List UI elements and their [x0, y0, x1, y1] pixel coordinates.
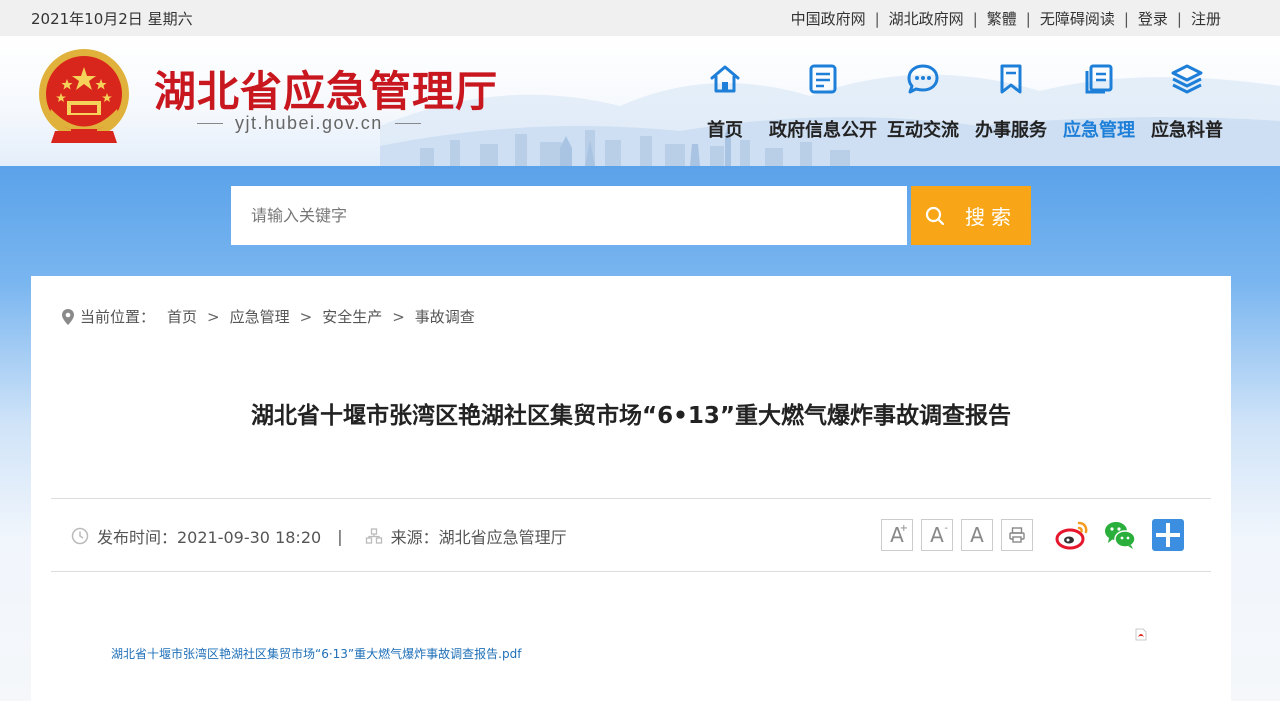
link-login[interactable]: 登录	[1138, 8, 1168, 29]
nav-item-gov-info[interactable]: 政府信息公开	[769, 58, 877, 142]
link-hubei-gov[interactable]: 湖北政府网	[889, 8, 964, 29]
chat-icon	[907, 64, 939, 94]
font-larger-button[interactable]: A +	[881, 519, 913, 551]
nav-item-label: 办事服务	[975, 120, 1047, 141]
divider-bottom	[51, 571, 1211, 572]
more-share-icon[interactable]	[1151, 518, 1185, 552]
print-icon	[1009, 527, 1025, 543]
location-pin-icon	[62, 308, 74, 325]
breadcrumb-separator: >	[299, 307, 313, 326]
pages-icon	[1085, 64, 1113, 94]
nav-item-services[interactable]: 办事服务	[975, 58, 1047, 142]
pdf-attachment-link[interactable]: 湖北省十堰市张湾区艳湖社区集贸市场“6·13”重大燃气爆炸事故调查报告.pdf	[111, 645, 521, 662]
breadcrumb-home[interactable]: 首页	[167, 306, 197, 327]
meta-divider: |	[337, 526, 343, 546]
nav-item-interaction[interactable]: 互动交流	[887, 58, 959, 142]
font-smaller-label: A	[930, 523, 944, 547]
font-default-button[interactable]: A	[961, 519, 993, 551]
nav-item-label: 首页	[707, 120, 743, 141]
article-card: 当前位置： 首页 > 应急管理 > 安全生产 > 事故调查 湖北省十堰市张湾区艳…	[31, 276, 1231, 701]
nav-item-label: 政府信息公开	[769, 120, 877, 141]
divider: |	[1025, 9, 1031, 28]
divider-top	[51, 498, 1211, 499]
wechat-share-icon[interactable]	[1103, 518, 1137, 552]
link-accessibility[interactable]: 无障碍阅读	[1040, 8, 1115, 29]
main-nav: 首页 政府信息公开 互动交流 办事服务 应急管理 应急科普	[0, 58, 1280, 158]
divider: |	[1176, 9, 1182, 28]
nav-item-home[interactable]: 首页	[707, 58, 743, 142]
weibo-share-icon[interactable]	[1055, 518, 1089, 552]
article-source: 来源：湖北省应急管理厅	[390, 528, 567, 547]
font-smaller-button[interactable]: A-	[921, 519, 953, 551]
breadcrumb-separator: >	[392, 307, 405, 326]
article-tools: A + A- A	[881, 518, 1185, 552]
divider: |	[1123, 9, 1129, 28]
publish-time: 发布时间：2021-09-30 18:20	[97, 528, 322, 547]
search-button[interactable]: 搜索	[911, 186, 1031, 245]
breadcrumb-emergency-management[interactable]: 应急管理	[230, 306, 290, 327]
nav-item-label: 互动交流	[887, 120, 959, 141]
link-register[interactable]: 注册	[1191, 8, 1221, 29]
nav-item-science[interactable]: 应急科普	[1151, 58, 1223, 142]
source-icon	[365, 528, 382, 544]
font-default-label: A	[970, 523, 984, 547]
bookmark-icon	[1000, 64, 1022, 94]
divider: |	[972, 9, 978, 28]
print-button[interactable]	[1001, 519, 1033, 551]
pdf-icon	[1135, 628, 1147, 641]
top-links: 中国政府网 | 湖北政府网 | 繁體 | 无障碍阅读 | 登录 | 注册	[791, 8, 1221, 29]
nav-item-label: 应急科普	[1151, 120, 1223, 141]
site-header: 湖北省应急管理厅 yjt.hubei.gov.cn 首页 政府信息公开 互动交流…	[0, 36, 1280, 166]
search-button-label: 搜索	[965, 205, 1017, 229]
article-title: 湖北省十堰市张湾区艳湖社区集贸市场“6•13”重大燃气爆炸事故调查报告	[251, 403, 1011, 429]
divider: |	[874, 9, 880, 28]
home-icon	[710, 65, 740, 93]
nav-item-label: 应急管理	[1063, 120, 1135, 141]
top-bar: 2021年10月2日 星期六 中国政府网 | 湖北政府网 | 繁體 | 无障碍阅…	[0, 0, 1280, 36]
breadcrumb: 当前位置： 首页 > 应急管理 > 安全生产 > 事故调查	[61, 306, 475, 327]
clock-icon	[71, 527, 89, 545]
breadcrumb-accident-investigation[interactable]: 事故调查	[415, 306, 475, 327]
document-icon	[809, 64, 837, 94]
current-date: 2021年10月2日 星期六	[31, 10, 193, 28]
breadcrumb-lead: 当前位置：	[80, 308, 156, 326]
layers-icon	[1171, 64, 1203, 94]
search-icon	[925, 206, 945, 225]
link-china-gov[interactable]: 中国政府网	[791, 8, 866, 29]
breadcrumb-separator: >	[207, 307, 220, 326]
link-traditional-chinese[interactable]: 繁體	[987, 8, 1017, 29]
breadcrumb-safety-production[interactable]: 安全生产	[322, 306, 382, 327]
search-input[interactable]	[231, 186, 907, 245]
nav-item-emergency-management[interactable]: 应急管理	[1063, 58, 1135, 142]
article-meta: 发布时间：2021-09-30 18:20 | 来源：湖北省应急管理厅	[71, 524, 567, 548]
